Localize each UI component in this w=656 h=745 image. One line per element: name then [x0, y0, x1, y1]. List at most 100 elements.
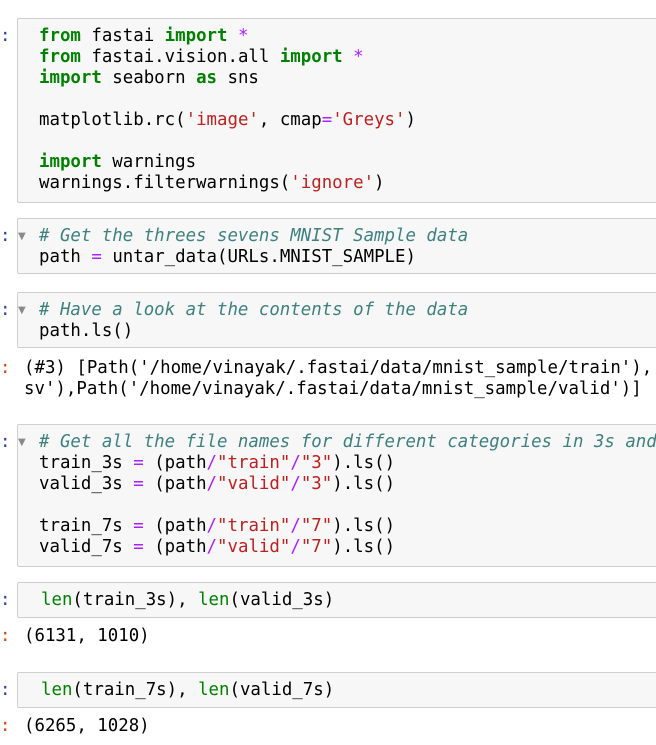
code-token: (train_3s), [72, 590, 199, 610]
code-token: / [206, 537, 218, 557]
code-token: from [39, 26, 81, 46]
output-prompt: : [0, 358, 11, 378]
code-token: / [290, 453, 301, 473]
code-token: sns [217, 68, 259, 88]
code-editor[interactable]: from fastai import * from fastai.vision.a… [39, 26, 416, 194]
code-token: warnings.filterwarnings( [39, 173, 291, 193]
code-token: ).ls() [332, 516, 396, 536]
code-token: = [91, 247, 102, 267]
code-editor[interactable]: # Have a look at the contents of the dat… [39, 300, 468, 342]
code-token: import [39, 152, 102, 172]
code-token: train_3s [39, 453, 134, 473]
code-line: len(train_7s), len(valid_7s) [41, 680, 334, 701]
code-editor[interactable]: len(train_7s), len(valid_7s) [41, 680, 334, 701]
output-prompt: : [0, 716, 11, 736]
code-line: import warnings [39, 152, 416, 173]
code-token: (path [143, 516, 207, 536]
code-token: valid_7s [39, 537, 134, 557]
code-line: valid_7s = (path/"valid"/"7").ls() [39, 537, 656, 558]
code-line: from fastai.vision.all import * [39, 47, 416, 68]
code-token: seaborn [101, 68, 197, 88]
code-token: import [279, 47, 343, 67]
code-token: len [41, 680, 73, 700]
code-token: = [133, 516, 144, 536]
code-token: as [196, 68, 218, 88]
output-line: sv'),Path('/home/vinayak/.fastai/data/mn… [24, 379, 642, 399]
cell-prompt: : [0, 680, 11, 700]
code-editor[interactable]: # Get the threes sevens MNIST Sample dat… [39, 226, 468, 268]
code-token: = [133, 453, 144, 473]
code-token: (train_7s), [72, 680, 199, 700]
code-token: / [290, 516, 301, 536]
code-token: "valid" [217, 474, 291, 494]
code-token: * [353, 47, 364, 67]
code-token: 'image' [185, 110, 259, 130]
code-editor[interactable]: len(train_3s), len(valid_3s) [41, 590, 334, 611]
cell-prompt: : [0, 26, 11, 46]
code-token: , cmap [258, 110, 322, 130]
code-token: import [39, 68, 102, 88]
output-line: (6265, 1028) [24, 716, 150, 736]
cell-prompt: : [0, 300, 11, 320]
code-token: # Have a look at the contents of the dat… [39, 300, 469, 320]
code-token: / [206, 516, 218, 536]
code-line: train_3s = (path/"train"/"3").ls() [39, 453, 656, 474]
code-token: ) [405, 110, 416, 130]
code-token: ).ls() [332, 474, 396, 494]
cell-prompt: : [0, 432, 11, 452]
code-line: from fastai import * [39, 26, 416, 47]
code-token: import [164, 26, 228, 46]
code-token: * [237, 26, 249, 46]
code-token: "valid" [217, 537, 291, 557]
code-token: / [290, 474, 301, 494]
code-token: (path [143, 537, 207, 557]
code-token: fastai [80, 26, 165, 46]
code-token: (path [143, 474, 207, 494]
output-prompt: : [0, 626, 11, 646]
code-token: / [206, 453, 218, 473]
output-line: (#3) [Path('/home/vinayak/.fastai/data/m… [24, 358, 653, 378]
code-token: untar_data(URLs.MNIST_SAMPLE) [101, 247, 416, 267]
cell-prompt: : [0, 590, 11, 610]
code-line: # Get the threes sevens MNIST Sample dat… [39, 226, 468, 247]
output-len-7s: (6265, 1028) [24, 716, 150, 737]
code-line: valid_3s = (path/"valid"/"3").ls() [39, 474, 656, 495]
code-token: / [206, 474, 218, 494]
code-token: ).ls() [332, 453, 396, 473]
collapse-triangle-icon[interactable]: ▼ [18, 226, 28, 247]
code-line: # Get all the file names for different c… [39, 432, 656, 453]
code-token: # Get the threes sevens MNIST Sample dat… [39, 226, 469, 246]
code-line: warnings.filterwarnings('ignore') [39, 173, 416, 194]
code-token: len [198, 680, 230, 700]
code-token: (valid_7s) [229, 680, 335, 700]
code-token: "7" [300, 537, 333, 557]
code-line: len(train_3s), len(valid_3s) [41, 590, 334, 611]
code-token: fastai.vision.all [80, 47, 280, 67]
code-line: path = untar_data(URLs.MNIST_SAMPLE) [39, 247, 468, 268]
collapse-triangle-icon[interactable]: ▼ [18, 300, 28, 321]
code-token: (path [143, 453, 207, 473]
collapse-triangle-icon[interactable]: ▼ [18, 432, 28, 453]
output-line: (6131, 1010) [24, 626, 150, 646]
code-token: matplotlib.rc( [39, 110, 186, 130]
code-token: path.ls() [39, 321, 134, 341]
code-token: warnings [101, 152, 197, 172]
code-token: 'Greys' [332, 110, 406, 130]
code-editor[interactable]: # Get all the file names for different c… [39, 432, 656, 558]
code-line: path.ls() [39, 321, 468, 342]
code-token: = [133, 474, 144, 494]
output-len-3s: (6131, 1010) [24, 626, 150, 647]
code-token: "3" [300, 474, 333, 494]
code-token: valid_3s [39, 474, 134, 494]
code-token: = [133, 537, 144, 557]
code-token: 'ignore' [290, 173, 375, 193]
code-token: len [198, 590, 230, 610]
code-token: path [39, 247, 92, 267]
cell-prompt: : [0, 226, 11, 246]
code-token: = [321, 110, 333, 130]
